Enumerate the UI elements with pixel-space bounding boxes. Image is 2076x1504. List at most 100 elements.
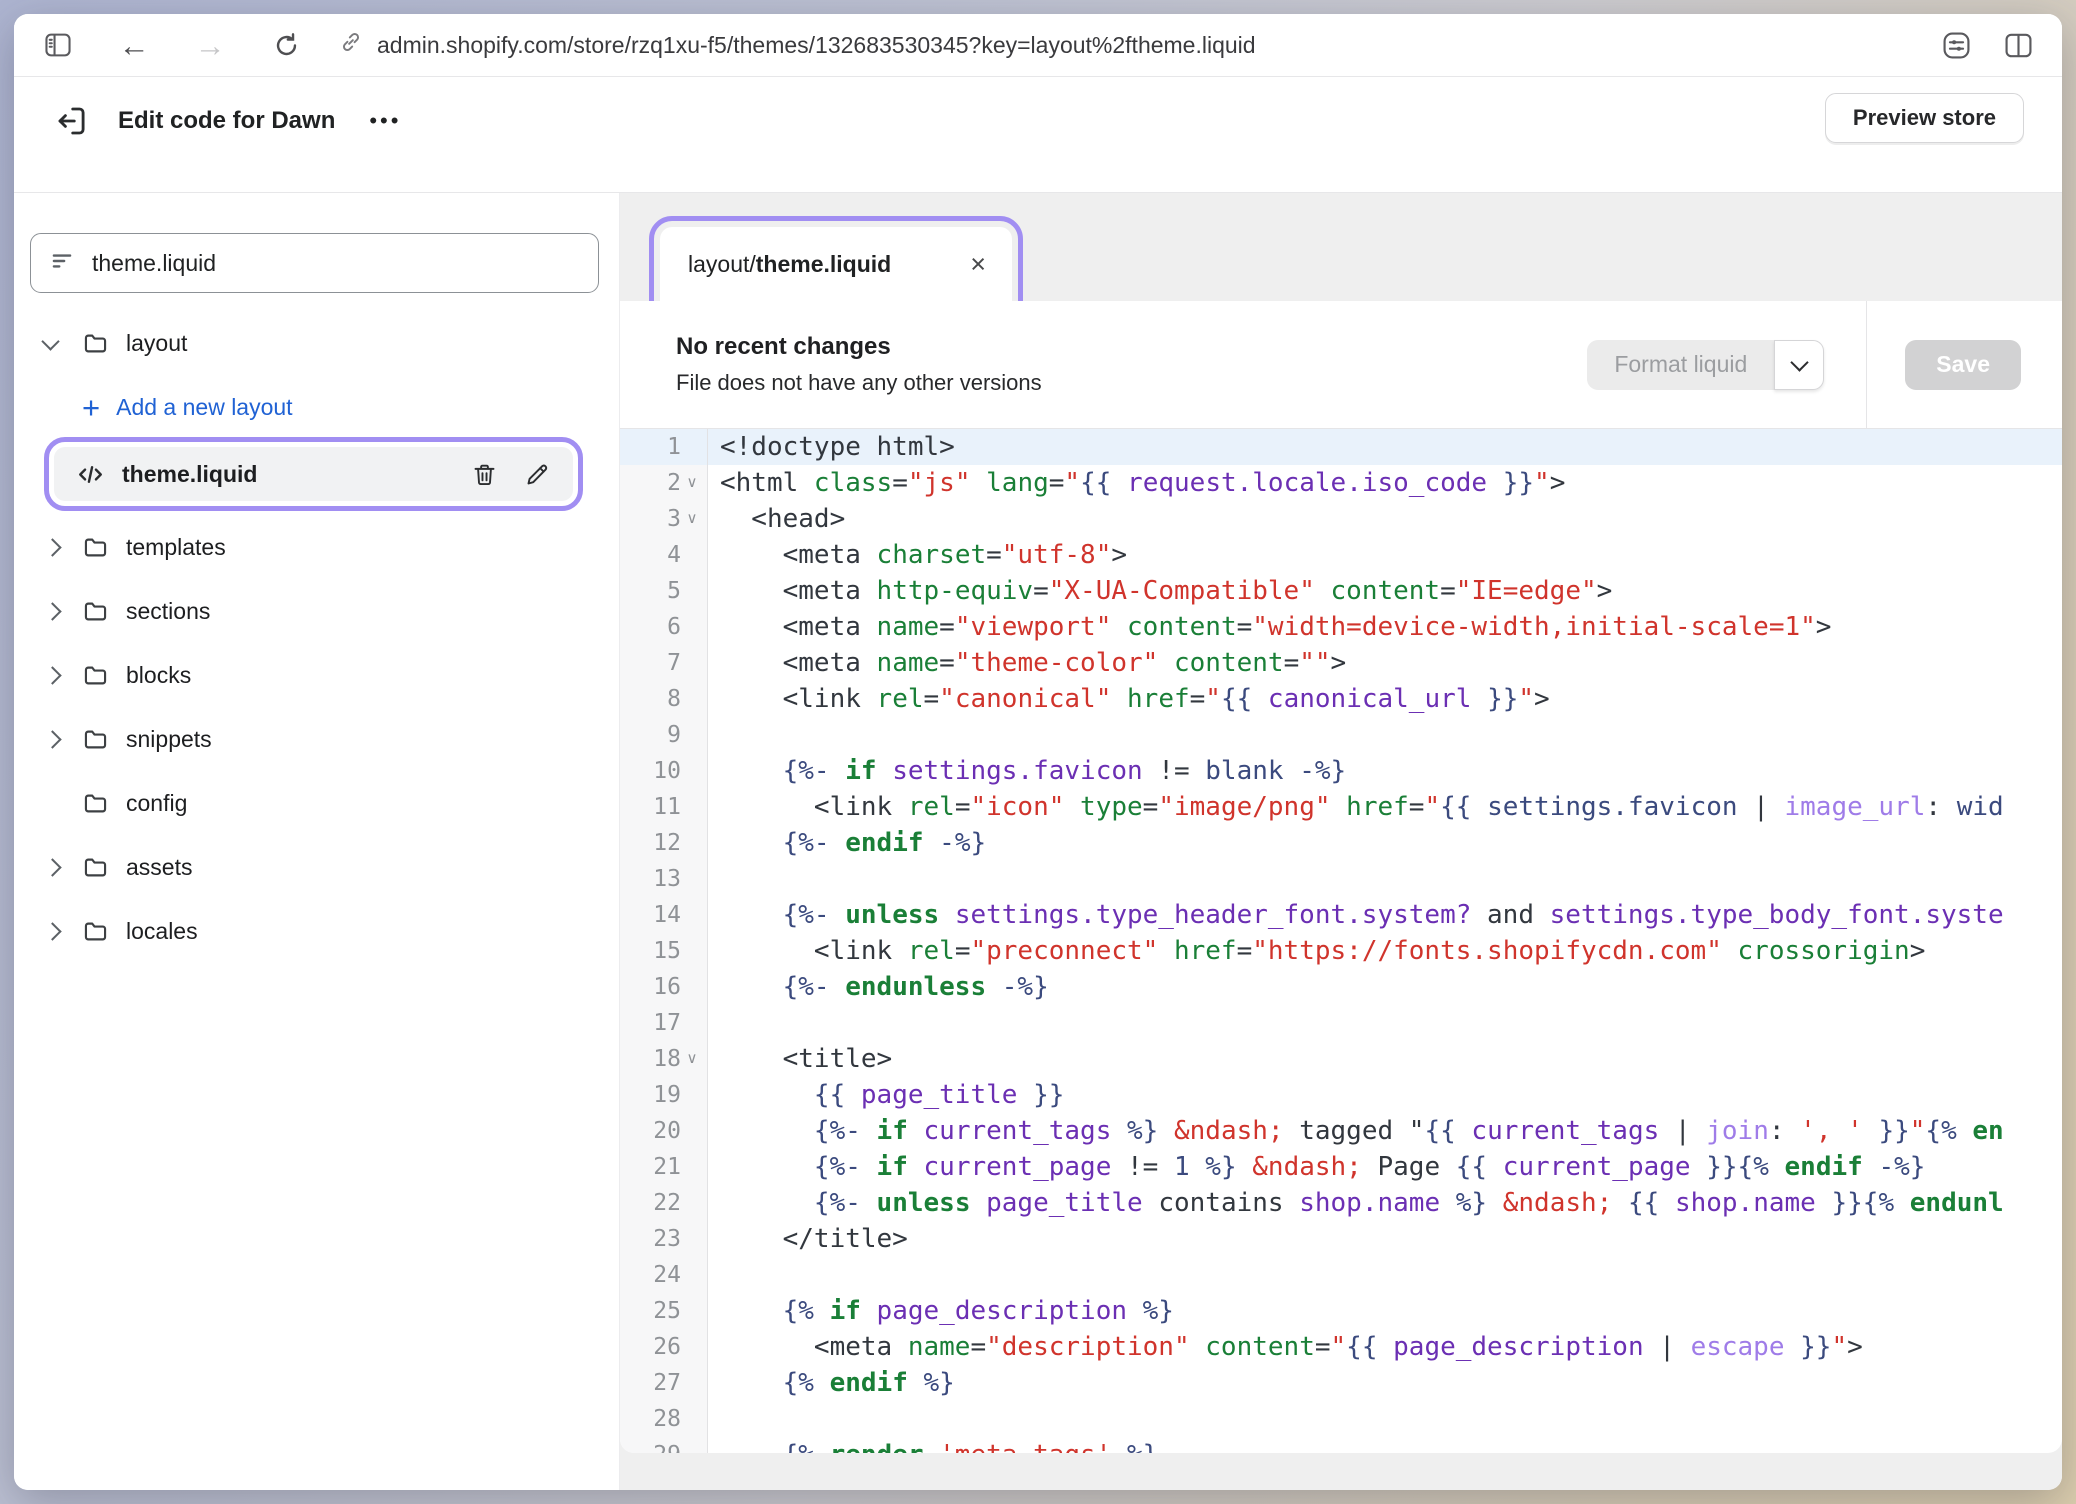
line-number-gutter: 20: [620, 1113, 708, 1149]
line-number-gutter: 27: [620, 1365, 708, 1401]
format-liquid-button[interactable]: Format liquid: [1587, 340, 1774, 390]
code-line: 21 {%- if current_page != 1 %} &ndash; P…: [620, 1149, 2062, 1185]
folder-icon: [82, 330, 109, 357]
line-number-gutter: 15: [620, 933, 708, 969]
url-text: admin.shopify.com/store/rzq1xu-f5/themes…: [377, 32, 1256, 59]
folder-icon: [82, 726, 109, 753]
line-number-gutter: 17: [620, 1005, 708, 1041]
chevron-down-icon: [41, 332, 59, 350]
code-line: 27 {% endif %}: [620, 1365, 2062, 1401]
add-new-layout-label: Add a new layout: [116, 394, 292, 421]
line-number-gutter: 18∨: [620, 1041, 708, 1077]
folder-label: snippets: [126, 726, 212, 753]
folder-icon: [82, 790, 109, 817]
code-line: 6 <meta name="viewport" content="width=d…: [620, 609, 2062, 645]
app-header: Edit code for Dawn ••• Preview store: [14, 77, 2062, 193]
sidebar-item-assets[interactable]: assets: [30, 843, 599, 891]
sidebar-item-sections[interactable]: sections: [30, 587, 599, 635]
close-icon[interactable]: ×: [966, 249, 990, 280]
plus-icon: +: [82, 392, 100, 423]
line-number-gutter: 25: [620, 1293, 708, 1329]
code-line: 4 <meta charset="utf-8">: [620, 537, 2062, 573]
sidebar-item-config[interactable]: config: [30, 779, 599, 827]
code-editor[interactable]: 1<!doctype html>2∨<html class="js" lang=…: [620, 429, 2062, 1453]
chevron-right-icon: [43, 922, 61, 940]
code-line: 16 {%- endunless -%}: [620, 969, 2062, 1005]
preview-store-button[interactable]: Preview store: [1825, 93, 2024, 143]
pencil-icon[interactable]: [524, 461, 551, 488]
line-number-gutter: 28: [620, 1401, 708, 1437]
chevron-right-icon: [43, 858, 61, 876]
folder-label: blocks: [126, 662, 191, 689]
header-divider: [1866, 301, 1867, 428]
code-line: 29 {% render 'meta-tags' %}: [620, 1437, 2062, 1453]
folder-icon: [82, 662, 109, 689]
more-menu-icon[interactable]: •••: [363, 104, 407, 138]
code-line: 13: [620, 861, 2062, 897]
line-number-gutter: 9: [620, 717, 708, 753]
line-number-gutter: 8: [620, 681, 708, 717]
tab-theme-liquid[interactable]: layout/theme.liquid ×: [660, 227, 1012, 301]
line-number-gutter: 2∨: [620, 465, 708, 501]
line-number-gutter: 5: [620, 573, 708, 609]
line-number-gutter: 19: [620, 1077, 708, 1113]
page-title: Edit code for Dawn: [118, 107, 335, 135]
code-line: 19 {{ page_title }}: [620, 1077, 2062, 1113]
code-line: 2∨<html class="js" lang="{{ request.loca…: [620, 465, 2062, 501]
sidebar-item-theme-liquid[interactable]: theme.liquid: [54, 447, 573, 501]
line-number-gutter: 10: [620, 753, 708, 789]
folder-icon: [82, 534, 109, 561]
line-number-gutter: 11: [620, 789, 708, 825]
reload-icon[interactable]: [268, 27, 304, 63]
save-button[interactable]: Save: [1905, 340, 2021, 390]
sidebar-item-templates[interactable]: templates: [30, 523, 599, 571]
filter-icon: [49, 248, 75, 279]
line-number-gutter: 13: [620, 861, 708, 897]
code-line: 20 {%- if current_tags %} &ndash; tagged…: [620, 1113, 2062, 1149]
code-line: 3∨ <head>: [620, 501, 2062, 537]
exit-icon[interactable]: [54, 103, 90, 139]
sidebar-item-snippets[interactable]: snippets: [30, 715, 599, 763]
fold-arrow-icon[interactable]: ∨: [681, 465, 703, 501]
line-number-gutter: 6: [620, 609, 708, 645]
sidebar-toggle-icon[interactable]: [40, 27, 76, 63]
fold-arrow-icon[interactable]: ∨: [681, 1041, 703, 1077]
sidebar-item-blocks[interactable]: blocks: [30, 651, 599, 699]
code-line: 14 {%- unless settings.type_header_font.…: [620, 897, 2062, 933]
code-line: 18∨ <title>: [620, 1041, 2062, 1077]
fold-arrow-icon[interactable]: ∨: [681, 501, 703, 537]
add-new-layout-button[interactable]: + Add a new layout: [30, 383, 599, 431]
chevron-right-icon: [43, 730, 61, 748]
line-number-gutter: 16: [620, 969, 708, 1005]
code-line: 24: [620, 1257, 2062, 1293]
folder-label: layout: [126, 330, 187, 357]
sidebar-item-layout[interactable]: layout: [30, 319, 599, 367]
code-line: 23 </title>: [620, 1221, 2062, 1257]
folder-label: locales: [126, 918, 198, 945]
file-search-box: [30, 233, 599, 293]
split-view-icon[interactable]: [2000, 27, 2036, 63]
folder-label: templates: [126, 534, 226, 561]
page-settings-icon[interactable]: [1938, 27, 1974, 63]
back-icon[interactable]: ←: [116, 27, 152, 63]
sidebar-item-locales[interactable]: locales: [30, 907, 599, 955]
editor-main: layout/theme.liquid × No recent changes …: [620, 193, 2062, 1490]
forward-icon[interactable]: →: [192, 27, 228, 63]
trash-icon[interactable]: [471, 461, 498, 488]
code-line: 1<!doctype html>: [620, 429, 2062, 465]
chevron-right-icon: [43, 538, 61, 556]
line-number-gutter: 14: [620, 897, 708, 933]
line-number-gutter: 7: [620, 645, 708, 681]
code-line: 26 <meta name="description" content="{{ …: [620, 1329, 2062, 1365]
line-number-gutter: 29: [620, 1437, 708, 1453]
format-liquid-split-button: Format liquid: [1587, 340, 1824, 390]
code-file-icon: [76, 460, 105, 489]
line-number-gutter: 1: [620, 429, 708, 465]
address-bar[interactable]: admin.shopify.com/store/rzq1xu-f5/themes…: [338, 29, 1256, 61]
editor-card: No recent changes File does not have any…: [620, 301, 2062, 1453]
line-number-gutter: 22: [620, 1185, 708, 1221]
editor-header: No recent changes File does not have any…: [620, 301, 2062, 429]
file-search-input[interactable]: [90, 249, 580, 278]
format-liquid-dropdown[interactable]: [1774, 340, 1824, 390]
file-tree: layout + Add a new layout theme.liquid templ…: [30, 319, 599, 955]
